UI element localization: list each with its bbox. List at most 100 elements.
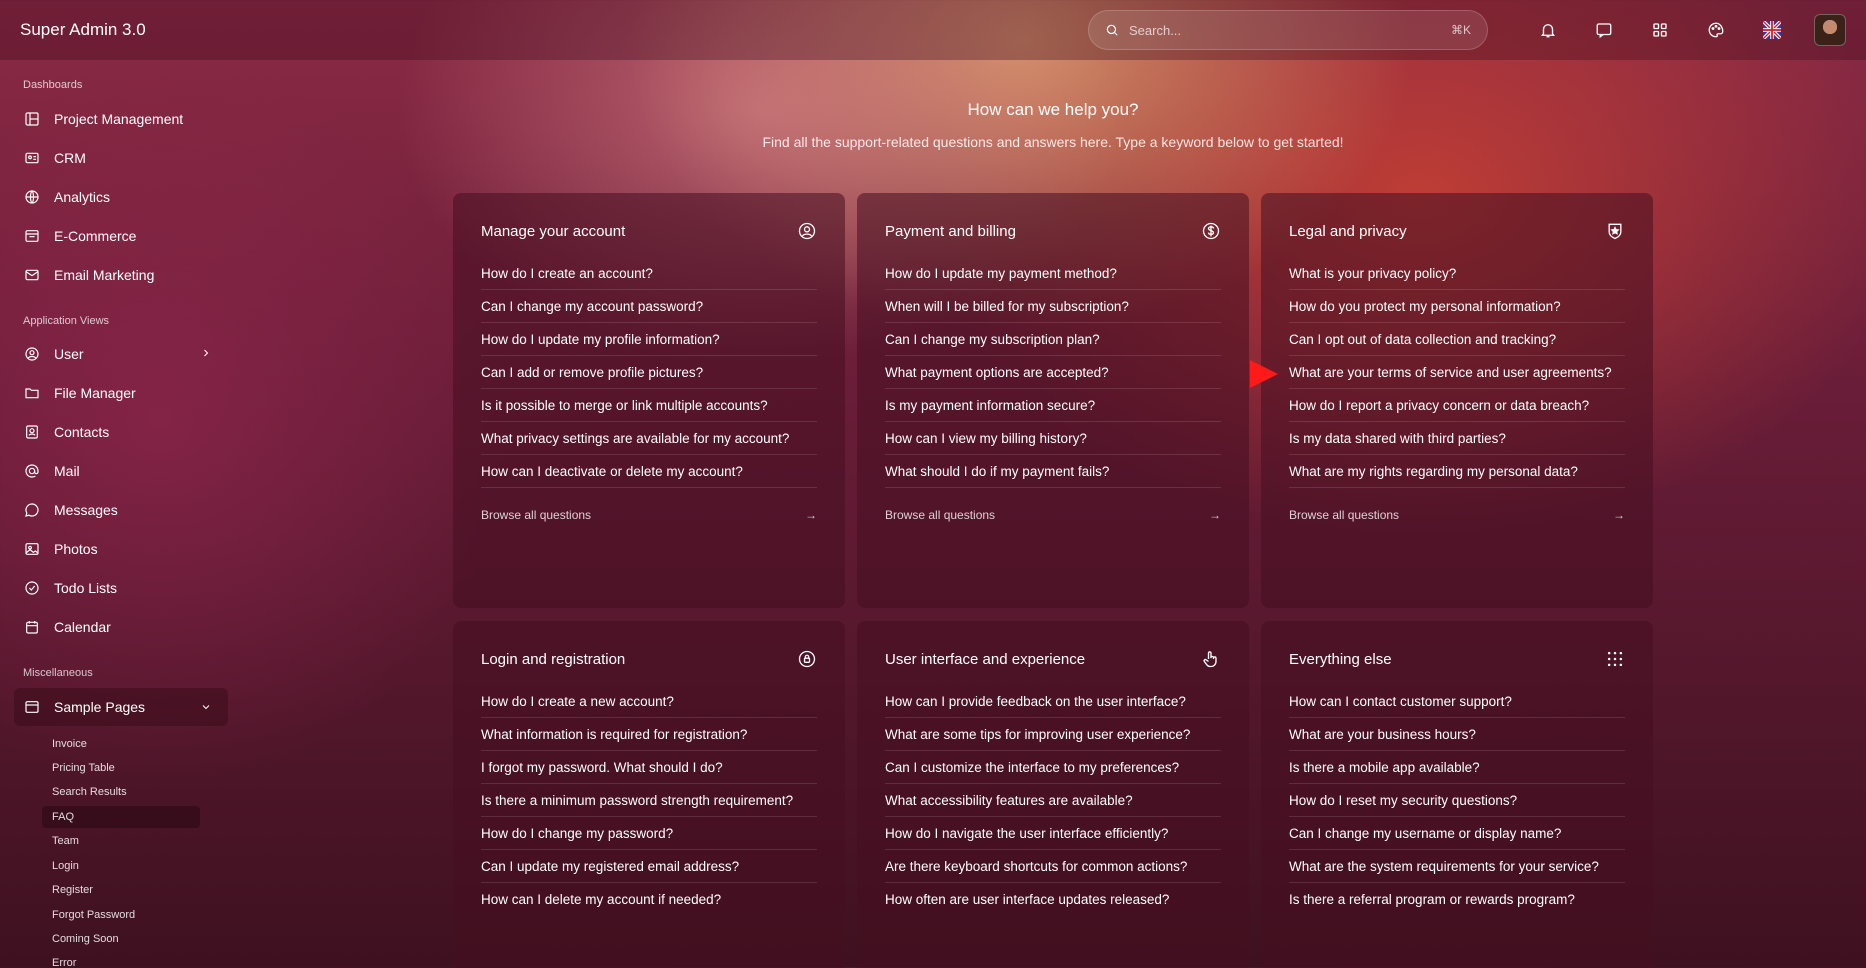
faq-card-user-interface: User interface and experience How can I …	[857, 621, 1249, 968]
faq-question-link[interactable]: Are there keyboard shortcuts for common …	[885, 850, 1221, 883]
faq-question-link[interactable]: Can I change my username or display name…	[1289, 817, 1625, 850]
faq-question-link[interactable]: How can I delete my account if needed?	[481, 883, 817, 915]
sidebar-subitem-login[interactable]: Login	[42, 855, 200, 877]
faq-question-link[interactable]: How do I create an account?	[481, 257, 817, 290]
faq-question-link[interactable]: When will I be billed for my subscriptio…	[885, 290, 1221, 323]
sidebar-subitem-invoice[interactable]: Invoice	[42, 733, 200, 755]
faq-question-link[interactable]: How do I reset my security questions?	[1289, 784, 1625, 817]
message-icon	[25, 503, 39, 517]
faq-question-link[interactable]: How do I change my password?	[481, 817, 817, 850]
faq-question-link[interactable]: What are the system requirements for you…	[1289, 850, 1625, 883]
card-title: Payment and billing	[885, 222, 1016, 240]
sidebar-item-label: User	[54, 346, 84, 362]
sidebar-item-label: Analytics	[54, 189, 111, 205]
faq-question-link[interactable]: Can I change my account password?	[481, 290, 817, 323]
faq-question-link[interactable]: What payment options are accepted?	[885, 356, 1221, 389]
uk-flag-icon[interactable]	[1760, 18, 1784, 42]
browse-all-link[interactable]: Browse all questions →	[1289, 508, 1625, 522]
sidebar-item-label: File Manager	[54, 385, 136, 401]
faq-question-link[interactable]: How do I update my profile information?	[481, 323, 817, 356]
sidebar-item-label: Photos	[54, 541, 98, 557]
sidebar-item-mail[interactable]: Mail	[14, 454, 228, 488]
faq-question-link[interactable]: How do I report a privacy concern or dat…	[1289, 389, 1625, 422]
sidebar-item-contacts[interactable]: Contacts	[14, 415, 228, 449]
sidebar-item-e-commerce[interactable]: E-Commerce	[14, 219, 228, 253]
faq-question-link[interactable]: What are some tips for improving user ex…	[885, 718, 1221, 751]
faq-question-link[interactable]: How do I update my payment method?	[885, 257, 1221, 290]
arrow-right-icon: →	[805, 508, 817, 522]
faq-question-link[interactable]: What is your privacy policy?	[1289, 257, 1625, 290]
sidebar-item-user[interactable]: User	[14, 337, 228, 371]
sidebar-item-label: E-Commerce	[54, 228, 137, 244]
faq-question-link[interactable]: How often are user interface updates rel…	[885, 883, 1221, 915]
image-icon	[25, 543, 39, 555]
sidebar-subitem-register[interactable]: Register	[42, 879, 200, 901]
faq-question-link[interactable]: I forgot my password. What should I do?	[481, 751, 817, 784]
faq-card-login-registration: Login and registration How do I create a…	[453, 621, 845, 968]
faq-question-link[interactable]: Can I change my subscription plan?	[885, 323, 1221, 356]
sidebar-subitem-team[interactable]: Team	[42, 830, 200, 852]
page-title: How can we help you?	[967, 100, 1139, 119]
faq-question-link[interactable]: What are your terms of service and user …	[1289, 356, 1625, 389]
sidebar-item-analytics[interactable]: Analytics	[14, 180, 228, 214]
browse-all-label: Browse all questions	[885, 508, 996, 522]
sidebar-item-file-manager[interactable]: File Manager	[14, 376, 228, 410]
apps-grid-icon[interactable]	[1648, 18, 1672, 42]
faq-question-link[interactable]: What are my rights regarding my personal…	[1289, 455, 1625, 488]
faq-question-link[interactable]: How can I provide feedback on the user i…	[885, 685, 1221, 718]
faq-question-link[interactable]: How can I contact customer support?	[1289, 685, 1625, 718]
sidebar-subitem-forgot-password[interactable]: Forgot Password	[42, 904, 200, 926]
section-dashboards: Dashboards	[23, 79, 83, 91]
browser-icon	[25, 701, 39, 713]
folder-icon	[25, 388, 39, 399]
chat-icon[interactable]	[1592, 18, 1616, 42]
faq-question-link[interactable]: What are your business hours?	[1289, 718, 1625, 751]
sidebar-subitem-error[interactable]: Error	[42, 952, 200, 968]
faq-question-link[interactable]: Is my data shared with third parties?	[1289, 422, 1625, 455]
faq-question-link[interactable]: How do I create a new account?	[481, 685, 817, 718]
sidebar-subitem-pricing-table[interactable]: Pricing Table	[42, 757, 200, 779]
sidebar-item-label: CRM	[54, 150, 86, 166]
faq-question-link[interactable]: Can I add or remove profile pictures?	[481, 356, 817, 389]
sidebar: Dashboards Project Management CRM Analyt…	[0, 60, 240, 968]
faq-question-link[interactable]: Can I opt out of data collection and tra…	[1289, 323, 1625, 356]
sidebar-item-messages[interactable]: Messages	[14, 493, 228, 527]
sidebar-subitem-faq[interactable]: FAQ	[42, 806, 200, 828]
faq-question-link[interactable]: What privacy settings are available for …	[481, 422, 817, 455]
sidebar-item-todo-lists[interactable]: Todo Lists	[14, 571, 228, 605]
faq-question-link[interactable]: What information is required for registr…	[481, 718, 817, 751]
faq-question-link[interactable]: How do I navigate the user interface eff…	[885, 817, 1221, 850]
faq-question-link[interactable]: How can I deactivate or delete my accoun…	[481, 455, 817, 488]
browse-all-link[interactable]: Browse all questions →	[885, 508, 1221, 522]
faq-question-link[interactable]: Is there a minimum password strength req…	[481, 784, 817, 817]
card-title: User interface and experience	[885, 650, 1086, 668]
sidebar-item-photos[interactable]: Photos	[14, 532, 228, 566]
faq-question-link[interactable]: Can I customize the interface to my pref…	[885, 751, 1221, 784]
faq-question-link[interactable]: Is it possible to merge or link multiple…	[481, 389, 817, 422]
faq-question-link[interactable]: How do you protect my personal informati…	[1289, 290, 1625, 323]
faq-question-link[interactable]: Is there a mobile app available?	[1289, 751, 1625, 784]
faq-question-link[interactable]: What should I do if my payment fails?	[885, 455, 1221, 488]
app-title[interactable]: Super Admin 3.0	[20, 20, 146, 40]
sidebar-subitem-search-results[interactable]: Search Results	[42, 781, 200, 803]
search-box[interactable]: ⌘K	[1088, 10, 1488, 50]
sidebar-item-calendar[interactable]: Calendar	[14, 610, 228, 644]
section-miscellaneous: Miscellaneous	[23, 667, 93, 679]
faq-question-link[interactable]: Is there a referral program or rewards p…	[1289, 883, 1625, 915]
sidebar-subitem-coming-soon[interactable]: Coming Soon	[42, 928, 200, 950]
search-input[interactable]	[1129, 22, 1441, 38]
palette-icon[interactable]	[1704, 18, 1728, 42]
card-title: Everything else	[1289, 650, 1392, 668]
browse-all-link[interactable]: Browse all questions →	[481, 508, 817, 522]
avatar[interactable]	[1814, 14, 1846, 46]
card-title: Legal and privacy	[1289, 222, 1407, 240]
sidebar-item-sample-pages[interactable]: Sample Pages	[14, 688, 228, 726]
arrow-right-icon: →	[1209, 508, 1221, 522]
faq-question-link[interactable]: Can I update my registered email address…	[481, 850, 817, 883]
page-subtitle: Find all the support-related questions a…	[762, 134, 1344, 150]
sidebar-item-email-marketing[interactable]: Email Marketing	[14, 258, 228, 292]
faq-question-link[interactable]: Is my payment information secure?	[885, 389, 1221, 422]
faq-question-link[interactable]: How can I view my billing history?	[885, 422, 1221, 455]
faq-question-link[interactable]: What accessibility features are availabl…	[885, 784, 1221, 817]
bell-icon[interactable]	[1536, 18, 1560, 42]
